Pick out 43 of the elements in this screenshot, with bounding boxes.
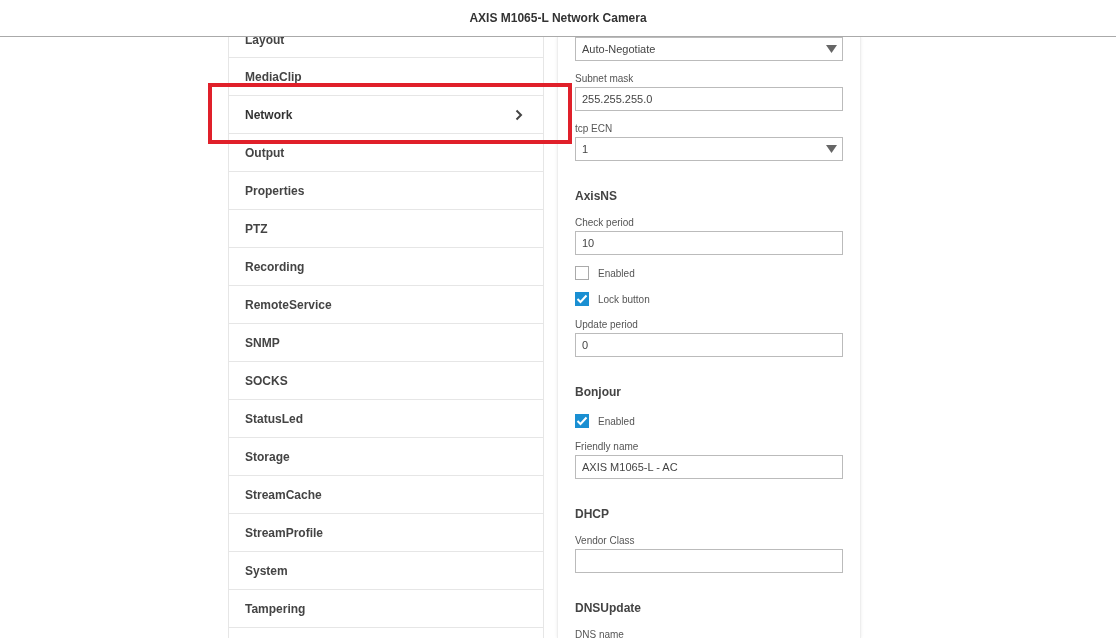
dropdown[interactable]: 1 [575, 137, 843, 161]
field-label: tcp ECN [575, 123, 614, 134]
dropdown-arrow-icon [826, 45, 837, 53]
chevron-icon [515, 108, 523, 121]
field-label: Check period [575, 217, 635, 228]
sidebar-item[interactable]: StatusLed [229, 400, 543, 438]
text-field[interactable]: 0 [575, 333, 843, 357]
text-field[interactable] [575, 549, 843, 573]
sidebar-item[interactable]: Output [229, 134, 543, 172]
sidebar-item[interactable]: Network [229, 96, 543, 134]
text-field[interactable]: 10 [575, 231, 843, 255]
sidebar-item[interactable]: Storage [229, 438, 543, 476]
dropdown[interactable]: Auto-Negotiate [575, 37, 843, 61]
checkbox[interactable] [575, 414, 589, 428]
checkbox[interactable] [575, 266, 589, 280]
sidebar-item[interactable]: SNMP [229, 324, 543, 362]
field-label: Subnet mask [575, 73, 635, 84]
sidebar-item[interactable]: SOCKS [229, 362, 543, 400]
text-field[interactable]: AXIS M1065-L - AC [575, 455, 843, 479]
sidebar-item[interactable]: StreamProfile [229, 514, 543, 552]
section-heading: Bonjour [575, 385, 622, 399]
checkbox[interactable] [575, 292, 589, 306]
sidebar-item[interactable]: PTZ [229, 210, 543, 248]
sidebar-item[interactable]: System [229, 552, 543, 590]
checkbox-label: Lock button [598, 293, 650, 305]
text-field[interactable]: 255.255.255.0 [575, 87, 843, 111]
field-label: Friendly name [575, 441, 640, 452]
sidebar-item[interactable]: Recording [229, 248, 543, 286]
dropdown-arrow-icon [826, 145, 837, 153]
section-heading: AxisNS [575, 189, 619, 203]
sidebar-item[interactable]: StreamCache [229, 476, 543, 514]
checkbox-label: Enabled [598, 415, 635, 427]
field-label: DNS name [575, 629, 625, 638]
field-label: Update period [575, 319, 639, 330]
sidebar-item[interactable]: Tampering [229, 590, 543, 628]
sidebar-item[interactable]: Properties [229, 172, 543, 210]
section-heading: DNSUpdate [575, 601, 642, 615]
page-title: AXIS M1065-L Network Camera [469, 11, 647, 25]
sidebar-item[interactable]: RemoteService [229, 286, 543, 324]
checkbox-label: Enabled [598, 267, 635, 279]
section-heading: DHCP [575, 507, 610, 521]
field-label: Vendor Class [575, 535, 636, 546]
sidebar-item[interactable]: MediaClip [229, 58, 543, 96]
